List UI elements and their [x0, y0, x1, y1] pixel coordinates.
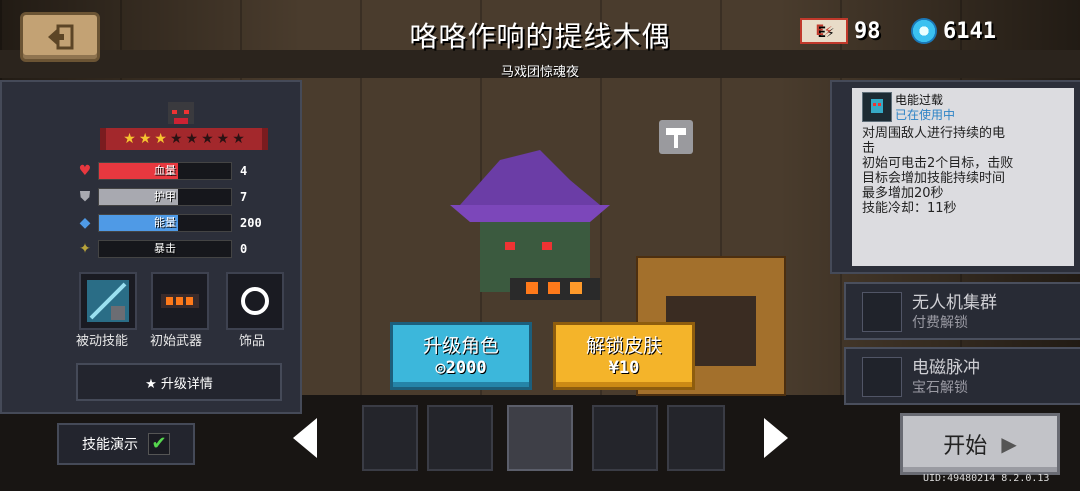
locked-skill-drone-swarm[interactable]: 无人机集群 付费解锁	[844, 282, 1080, 340]
accessory-label: 饰品	[238, 334, 265, 349]
skin-subtitle: 马戏团惊魂夜	[500, 65, 579, 80]
stat-label: 护甲	[154, 190, 176, 203]
star-empty-icon: ★	[216, 131, 230, 147]
upgrade-character-button[interactable]: 升级角色 ◎2000	[390, 322, 532, 390]
passive-skill-icon	[87, 280, 129, 322]
start-button[interactable]: 开始 ▶	[900, 413, 1060, 475]
energy-icon: E⚡	[800, 18, 848, 44]
star-filled-icon: ★	[154, 131, 167, 147]
skin-slot-2[interactable]	[427, 405, 493, 471]
star-filled-icon: ★	[123, 131, 136, 147]
stat-bar: 能量	[98, 214, 232, 232]
stat-value: 7	[240, 190, 248, 204]
stat-value: 200	[240, 216, 262, 230]
character-sprite	[450, 150, 610, 300]
upgrade-details-button[interactable]: ★ 升级详情	[76, 363, 282, 401]
skin-slot-5[interactable]	[667, 405, 725, 471]
gem-value: 6141	[943, 18, 996, 44]
top-bar: 咯咯作响的提线木偶 马戏团惊魂夜 E⚡ 98 6141	[0, 0, 1080, 80]
stat-value: 4	[240, 164, 248, 178]
upgrade-label: 升级角色	[422, 335, 499, 357]
passive-skill-label: 被动技能	[75, 334, 128, 349]
uid-version: UID:49480214 8.2.0.13	[923, 473, 1050, 484]
locked-skill-name: 无人机集群	[912, 293, 997, 313]
energy-counter: E⚡ 98	[800, 18, 881, 44]
stat-bar: 暴击	[98, 240, 232, 258]
locked-skill-status: 宝石解锁	[912, 380, 968, 396]
weapon-icon	[161, 294, 199, 308]
crit-icon: ✦	[79, 241, 91, 257]
play-arrow-icon: ▶	[1001, 432, 1017, 456]
star-empty-icon: ★	[201, 131, 214, 147]
locked-skill-status: 付费解锁	[912, 315, 968, 331]
electric-overload-icon	[862, 92, 892, 122]
skin-slot-3-selected[interactable]	[507, 405, 573, 471]
gem-counter: 6141	[911, 18, 996, 44]
skill-description: 对周围敌人进行持续的电 击 初始可电击2个目标，击败 目标会增加技能持续时间 最…	[862, 126, 1014, 216]
stat-label: 血量	[154, 164, 176, 177]
star-filled-icon: ★	[138, 131, 152, 147]
locked-skill-name: 电磁脉冲	[912, 358, 980, 378]
stat-value: 0	[240, 242, 248, 256]
checkmark-icon[interactable]: ✔	[148, 433, 170, 455]
stat-label: 能量	[154, 216, 176, 229]
unlock-cost: ¥10	[608, 358, 640, 378]
initial-weapon-label: 初始武器	[149, 334, 202, 349]
upgrade-cost-value: 2000	[445, 358, 487, 378]
stat-row: ♥ 血量 4	[76, 160, 282, 182]
stat-row: ◆ 能量 200	[76, 212, 282, 234]
stat-row: ⛊ 护甲 7	[76, 186, 282, 208]
skin-slot-1[interactable]	[362, 405, 418, 471]
gem-icon: ◎	[435, 358, 446, 378]
unlock-label: 解锁皮肤	[585, 335, 662, 357]
stat-bar: 护甲	[98, 188, 232, 206]
stat-row: ✦ 暴击 0	[76, 238, 282, 260]
upgrade-cost: ◎2000	[393, 358, 529, 378]
shield-icon: ⛊	[79, 189, 91, 205]
stat-label: 暴击	[154, 242, 176, 255]
energy-value: 98	[854, 18, 881, 44]
locked-skill-emp[interactable]: 电磁脉冲 宝石解锁	[844, 347, 1080, 405]
star-empty-icon: ★	[232, 131, 245, 147]
accessory-slot[interactable]	[226, 272, 284, 330]
ring-icon	[241, 287, 269, 315]
diamond-icon: ◆	[79, 215, 91, 231]
stat-bar: 血量	[98, 162, 232, 180]
unlock-skin-button[interactable]: 解锁皮肤 ¥10	[553, 322, 695, 390]
skill-status: 已在使用中	[895, 108, 956, 122]
star-empty-icon: ★	[185, 131, 199, 147]
skin-slot-4[interactable]	[592, 405, 658, 471]
heart-icon: ♥	[78, 163, 92, 179]
passive-skill-slot[interactable]	[79, 272, 137, 330]
start-label: 开始	[943, 434, 988, 459]
initial-weapon-slot[interactable]	[151, 272, 209, 330]
paint-roller-icon[interactable]	[659, 120, 693, 154]
skill-demo-toggle[interactable]: 技能演示 ✔	[57, 423, 195, 465]
gem-icon	[911, 18, 937, 44]
next-arrow-icon[interactable]	[762, 416, 790, 460]
previous-arrow-icon[interactable]	[291, 416, 319, 460]
skill-demo-label: 技能演示	[82, 437, 138, 453]
drone-icon	[862, 292, 902, 332]
stats-list: ♥ 血量 4 ⛊ 护甲 7 ◆ 能量 200 ✦ 暴击 0	[76, 160, 282, 264]
emp-icon	[862, 357, 902, 397]
star-empty-icon: ★	[169, 131, 183, 147]
star-rating: ★ ★ ★ ★ ★ ★ ★ ★	[100, 128, 268, 150]
